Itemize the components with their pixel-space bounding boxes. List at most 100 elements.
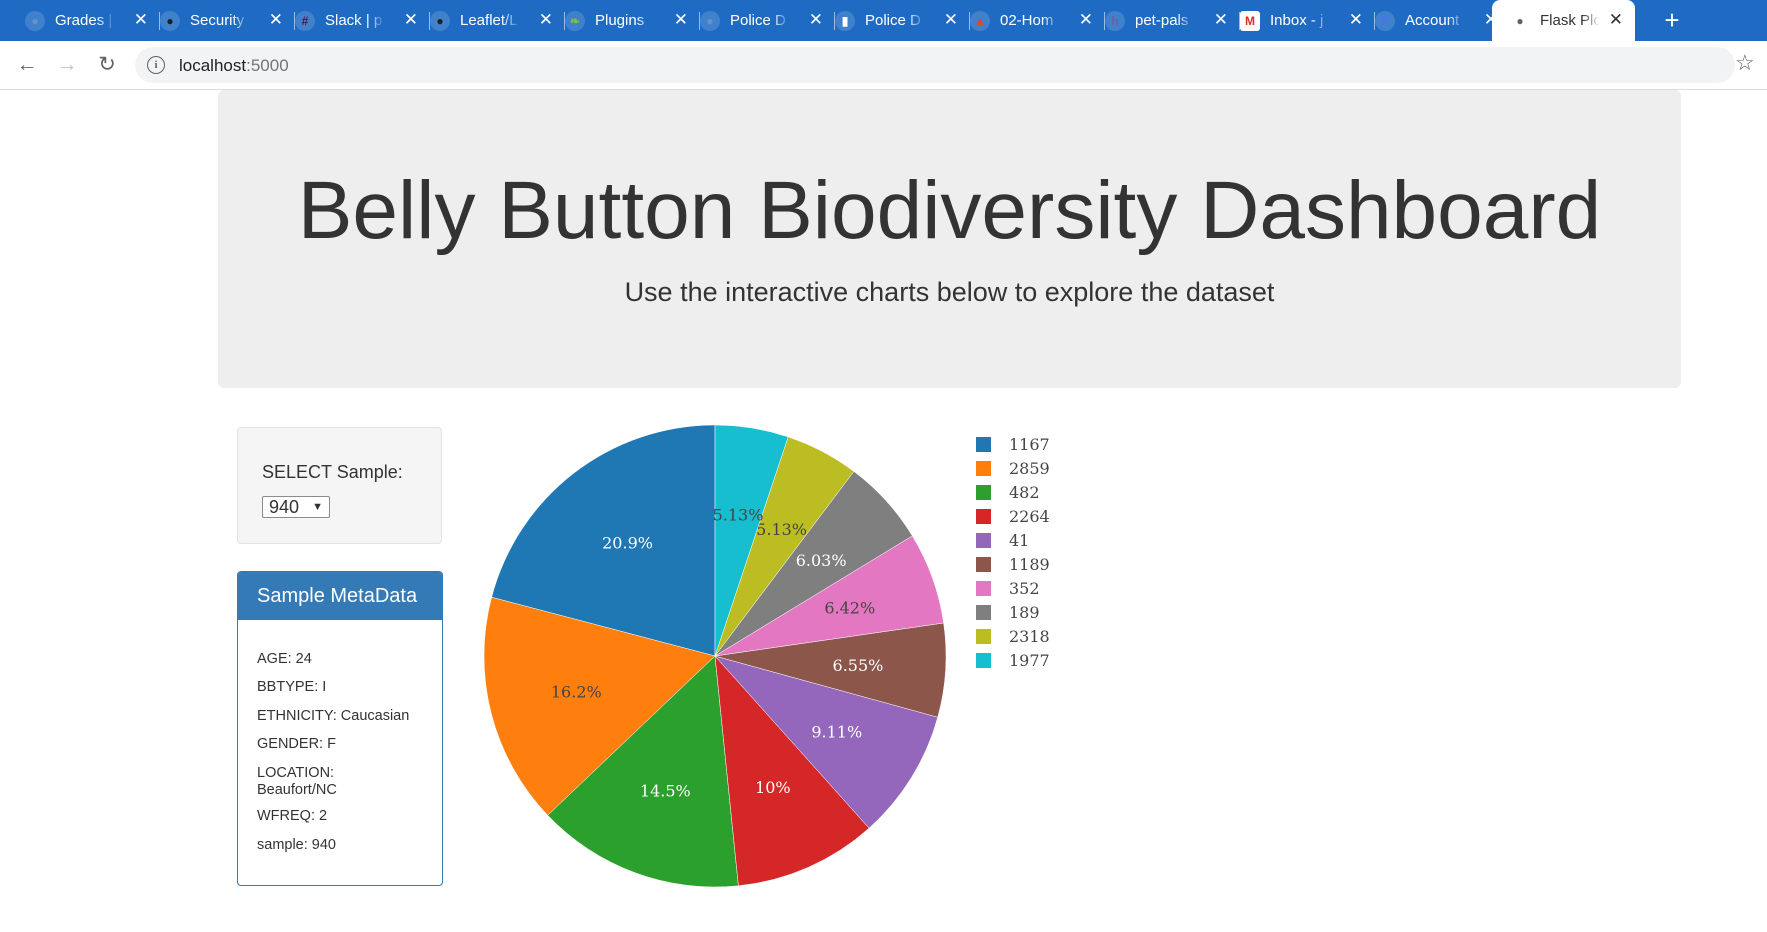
pie-slice[interactable] — [491, 424, 716, 657]
browser-tab-label: Grades | — [55, 12, 113, 29]
close-tab-icon[interactable]: ✕ — [269, 11, 283, 28]
pie-slice[interactable] — [547, 655, 739, 888]
close-tab-icon[interactable]: ✕ — [944, 11, 958, 28]
browser-tab-label: Account — [1405, 12, 1460, 29]
meta-ethnicity: ETHNICITY: Caucasian — [257, 708, 410, 724]
browser-tab[interactable]: P Account ✕ — [1375, 0, 1510, 41]
close-tab-icon[interactable]: ✕ — [539, 11, 553, 28]
header-jumbotron: Belly Button Biodiversity Dashboard Use … — [218, 90, 1681, 388]
close-tab-icon[interactable]: ✕ — [674, 11, 688, 28]
close-tab-icon[interactable]: ✕ — [1214, 11, 1228, 28]
browser-tab[interactable]: h pet-pals ✕ — [1105, 0, 1240, 41]
browser-tab[interactable]: ❧ Plugins ✕ — [565, 0, 700, 41]
sample-select-dropdown[interactable]: 940 ▼ — [262, 496, 330, 518]
gmail-icon: M — [1240, 10, 1260, 31]
pie-slice-label: 6.55% — [833, 656, 884, 675]
url-host: localhost — [179, 56, 247, 75]
browser-tab-label: Flask Plo — [1540, 12, 1600, 29]
browser-tab-label: Plugins — [595, 12, 645, 29]
forward-icon[interactable]: → — [53, 51, 81, 79]
pie-slice[interactable] — [714, 535, 944, 657]
browser-tab-label: Leaflet/L — [460, 12, 518, 29]
close-tab-icon[interactable]: ✕ — [809, 11, 823, 28]
legend-item[interactable]: 2264 — [976, 507, 1050, 526]
pie-slice-label: 6.42% — [824, 599, 875, 618]
legend-swatch — [976, 605, 991, 620]
page-icon: ▮ — [835, 10, 855, 31]
legend-swatch — [976, 557, 991, 572]
browser-tab-label: 02-Hom — [1000, 12, 1054, 29]
legend-item[interactable]: 352 — [976, 579, 1040, 598]
back-icon[interactable]: ← — [13, 51, 41, 79]
legend-item[interactable]: 482 — [976, 483, 1040, 502]
bookmark-star-icon[interactable]: ☆ — [1735, 50, 1755, 76]
select-sample-label: SELECT Sample: — [262, 462, 403, 482]
browser-tab-label: Security — [190, 12, 245, 29]
meta-location: LOCATION: Beaufort/NC — [257, 765, 337, 798]
legend-label: 352 — [1009, 579, 1040, 598]
browser-tab[interactable]: ▮ Police D ✕ — [835, 0, 970, 41]
globe-icon: ● — [1516, 13, 1524, 28]
legend-item[interactable]: 189 — [976, 603, 1040, 622]
legend-item[interactable]: 2859 — [976, 459, 1050, 478]
meta-wfreq: WFREQ: 2 — [257, 808, 328, 824]
pie-slice[interactable] — [714, 622, 947, 718]
legend-label: 482 — [1009, 483, 1040, 502]
gitlab-icon: ▲ — [970, 10, 990, 31]
dropdown-arrow-icon: ▼ — [312, 501, 323, 513]
legend-label: 2859 — [1009, 459, 1050, 478]
legend-swatch — [976, 509, 991, 524]
legend-label: 41 — [1009, 531, 1029, 550]
browser-tab[interactable]: ▲ 02-Hom ✕ — [970, 0, 1105, 41]
legend-swatch — [976, 581, 991, 596]
reload-icon[interactable]: ↻ — [93, 51, 121, 79]
page-title: Belly Button Biodiversity Dashboard — [297, 165, 1602, 256]
browser-tab[interactable]: ● Leaflet/L ✕ — [430, 0, 565, 41]
pie-slice-label: 5.13% — [713, 506, 764, 525]
meta-age: AGE: 24 — [257, 651, 312, 667]
browser-tab[interactable]: ● Flask Plo ✕ — [1492, 0, 1635, 41]
browser-tab[interactable]: ● Police D ✕ — [700, 0, 835, 41]
browser-tab[interactable]: # Slack | p ✕ — [295, 0, 430, 41]
pie-slice[interactable] — [714, 655, 939, 829]
globe-icon: ● — [25, 10, 45, 31]
globe-icon: ● — [700, 10, 720, 31]
legend-item[interactable]: 1189 — [976, 555, 1050, 574]
legend-item[interactable]: 41 — [976, 531, 1029, 550]
legend-item[interactable]: 1167 — [976, 435, 1050, 454]
pie-slice[interactable] — [714, 655, 870, 887]
browser-tab[interactable]: ● Security ✕ — [160, 0, 295, 41]
close-tab-icon[interactable]: ✕ — [134, 11, 148, 28]
meta-gender: GENDER: F — [257, 736, 336, 752]
browser-tab[interactable]: ● Grades | ✕ — [25, 0, 160, 41]
pie-slice[interactable] — [714, 436, 855, 657]
close-tab-icon[interactable]: ✕ — [1079, 11, 1093, 28]
legend-label: 189 — [1009, 603, 1040, 622]
legend-swatch — [976, 629, 991, 644]
address-bar[interactable]: i localhost:5000 — [135, 47, 1735, 83]
account-icon: P — [1375, 10, 1395, 31]
pie-slice-label: 16.2% — [551, 683, 602, 702]
legend-label: 2264 — [1009, 507, 1050, 526]
close-tab-icon[interactable]: ✕ — [1609, 11, 1623, 28]
close-tab-icon[interactable]: ✕ — [1349, 11, 1363, 28]
new-tab-button[interactable]: + — [1657, 5, 1687, 35]
legend-swatch — [976, 533, 991, 548]
heroku-icon: h — [1105, 10, 1125, 31]
info-icon[interactable]: i — [147, 56, 165, 74]
metadata-heading: Sample MetaData — [238, 572, 442, 620]
url-text[interactable]: localhost:5000 — [179, 56, 289, 76]
browser-tab-label: pet-pals — [1135, 12, 1189, 29]
pie-slice[interactable] — [714, 424, 789, 657]
legend-label: 2318 — [1009, 627, 1050, 646]
legend-item[interactable]: 1977 — [976, 651, 1050, 670]
browser-tab[interactable]: M Inbox - j ✕ — [1240, 0, 1375, 41]
pie-slice-label: 9.11% — [811, 722, 862, 741]
pie-slice-label: 5.13% — [756, 520, 807, 539]
close-tab-icon[interactable]: ✕ — [404, 11, 418, 28]
legend-item[interactable]: 2318 — [976, 627, 1050, 646]
legend-swatch — [976, 485, 991, 500]
pie-slice[interactable] — [714, 471, 913, 657]
legend-swatch — [976, 461, 991, 476]
pie-slice[interactable] — [483, 596, 716, 816]
